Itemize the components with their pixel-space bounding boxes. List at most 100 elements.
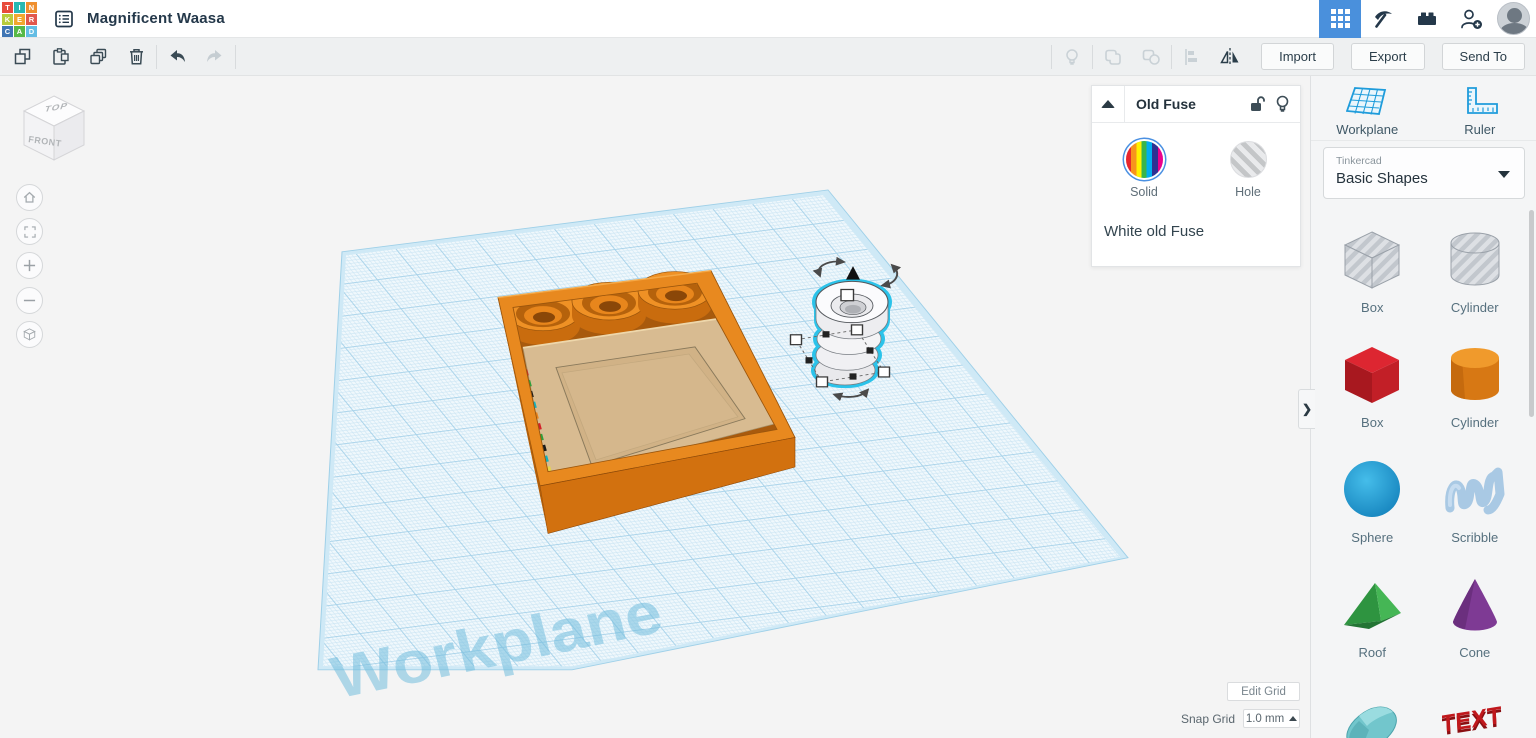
toolbar-divider <box>1092 45 1093 69</box>
snap-grid-select[interactable]: 1.0 mm <box>1243 709 1300 728</box>
perspective-toggle-button[interactable] <box>16 321 43 348</box>
ungroup-icon <box>1139 45 1163 69</box>
duplicate-icon <box>87 46 109 68</box>
caret-up-icon <box>1289 716 1297 721</box>
ungroup-button[interactable] <box>1132 38 1170 76</box>
snap-grid-label: Snap Grid <box>1181 712 1235 726</box>
shape-roof[interactable]: Roof <box>1321 551 1424 666</box>
logo-letter: E <box>14 14 25 25</box>
shape-library-dropdown[interactable]: Tinkercad Basic Shapes <box>1323 147 1525 199</box>
toolbar-divider <box>1171 45 1172 69</box>
send-to-button[interactable]: Send To <box>1442 43 1525 70</box>
scribble-icon <box>1442 458 1508 522</box>
collapse-panel-button[interactable] <box>1092 86 1125 122</box>
height-handle <box>841 289 854 300</box>
library-name: Tinkercad <box>1336 155 1512 167</box>
zoom-in-button[interactable] <box>16 252 43 279</box>
text-3d-icon: TEXT TEXT <box>1442 688 1508 738</box>
shape-label: Box <box>1361 415 1383 430</box>
import-button[interactable]: Import <box>1261 43 1334 70</box>
redo-button[interactable] <box>196 38 234 76</box>
shape-box-red[interactable]: Box <box>1321 321 1424 436</box>
view-cube[interactable]: TOP FRONT <box>14 90 94 172</box>
align-button[interactable] <box>1173 38 1211 76</box>
logo-letter: A <box>14 26 25 37</box>
chevron-down-icon <box>1498 171 1510 178</box>
shape-round-roof[interactable] <box>1321 666 1424 738</box>
sidebar-collapse-handle[interactable]: ❯ <box>1298 389 1315 429</box>
shape-cone[interactable]: Cone <box>1424 551 1527 666</box>
shape-cylinder-hole[interactable]: Cylinder <box>1424 206 1527 321</box>
edit-grid-button[interactable]: Edit Grid <box>1227 682 1300 701</box>
toolbar-divider <box>1051 45 1052 69</box>
visibility-bulb-icon[interactable] <box>1275 95 1290 113</box>
ruler-tool-label: Ruler <box>1464 122 1495 137</box>
shape-label: Box <box>1361 300 1383 315</box>
shape-label: Cylinder <box>1451 300 1499 315</box>
avatar-silhouette <box>1507 8 1522 23</box>
snap-grid-value: 1.0 mm <box>1246 713 1284 725</box>
duplicate-button[interactable] <box>79 38 117 76</box>
sidebar-scrollbar[interactable] <box>1529 210 1534 417</box>
paste-icon <box>50 46 71 67</box>
invite-collaborator-button[interactable] <box>1449 0 1495 38</box>
logo-letter: R <box>26 14 37 25</box>
redo-icon <box>204 46 226 68</box>
ruler-icon <box>1460 85 1500 119</box>
align-icon <box>1181 46 1203 68</box>
zoom-out-button[interactable] <box>16 287 43 314</box>
minecraft-export-button[interactable] <box>1361 0 1405 38</box>
dashboard-button[interactable] <box>1319 0 1361 38</box>
export-button[interactable]: Export <box>1351 43 1425 70</box>
edit-toolbar: Import Export Send To <box>0 38 1536 76</box>
lightbulb-icon <box>1061 46 1083 68</box>
hole-swatch[interactable] <box>1230 141 1267 178</box>
cylinder-orange-icon <box>1442 343 1508 407</box>
tinkercad-logo[interactable]: T I N K E R C A D <box>1 1 37 37</box>
shape-label: Sphere <box>1351 530 1393 545</box>
toolbar-divider <box>156 45 157 69</box>
home-view-button[interactable] <box>16 184 43 211</box>
shape-text[interactable]: TEXT TEXT <box>1424 666 1527 738</box>
shape-box-hole[interactable]: Box <box>1321 206 1424 321</box>
sphere-icon <box>1339 458 1405 522</box>
group-button[interactable] <box>1094 38 1132 76</box>
mirror-button[interactable] <box>1211 38 1249 76</box>
undo-button[interactable] <box>158 38 196 76</box>
ruler-tool[interactable]: Ruler <box>1424 76 1536 140</box>
box-red-icon <box>1339 343 1405 407</box>
logo-letter: C <box>2 26 13 37</box>
copy-button[interactable] <box>3 38 41 76</box>
user-avatar[interactable] <box>1497 2 1530 35</box>
toolbar-right-group: Import Export Send To <box>1050 38 1536 76</box>
pickaxe-icon <box>1371 7 1395 31</box>
unlock-icon[interactable] <box>1249 95 1265 113</box>
shape-label: Cylinder <box>1451 415 1499 430</box>
3d-viewport[interactable]: Workplane <box>0 76 1310 738</box>
shape-description: White old Fuse <box>1104 223 1300 240</box>
copy-icon <box>12 46 33 67</box>
trash-icon <box>126 46 147 67</box>
shape-cylinder-orange[interactable]: Cylinder <box>1424 321 1527 436</box>
logo-letter: D <box>26 26 37 37</box>
add-person-icon <box>1459 7 1485 31</box>
chevron-right-icon: ❯ <box>1302 402 1312 416</box>
shape-scribble[interactable]: Scribble <box>1424 436 1527 551</box>
shape-sphere[interactable]: Sphere <box>1321 436 1424 551</box>
workplane-tool[interactable]: Workplane <box>1311 76 1424 140</box>
solid-swatch[interactable] <box>1126 141 1163 178</box>
shape-gallery: Box Cylinder Box Cylinder <box>1321 206 1526 738</box>
solid-label: Solid <box>1130 185 1158 199</box>
delete-button[interactable] <box>117 38 155 76</box>
shape-label: Scribble <box>1451 530 1498 545</box>
show-all-button[interactable] <box>1053 38 1091 76</box>
inspector-header: Old Fuse <box>1092 86 1300 123</box>
design-properties-button[interactable] <box>45 0 83 38</box>
paste-button[interactable] <box>41 38 79 76</box>
logo-letter: T <box>2 2 13 13</box>
top-bar: T I N K E R C A D Magnificent Waasa <box>0 0 1536 38</box>
brick-export-button[interactable] <box>1405 0 1449 38</box>
fit-view-button[interactable] <box>16 218 43 245</box>
toolbar-divider <box>235 45 236 69</box>
lego-brick-icon <box>1415 7 1439 31</box>
